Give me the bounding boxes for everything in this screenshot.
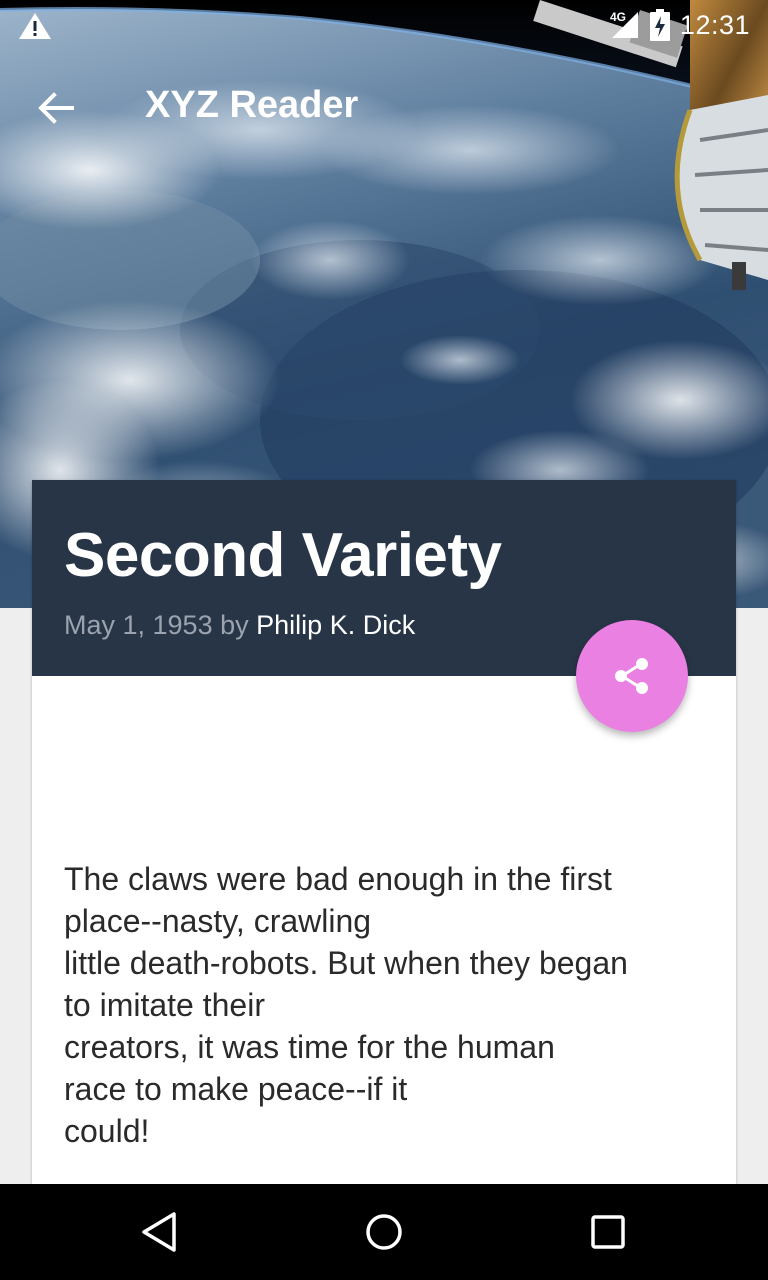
share-button[interactable] [576,620,688,732]
nav-recents-icon [591,1215,625,1249]
nav-home-button[interactable] [360,1208,408,1256]
article-by: by [220,610,249,640]
article-author: Philip K. Dick [256,610,416,640]
article-body: The claws were bad enough in the first pl… [64,858,709,1152]
app-title: XYZ Reader [145,84,359,126]
warning-icon [19,13,51,39]
battery-charging-icon [649,9,670,41]
system-nav-bar [0,1184,768,1280]
body-line: The claws were bad enough in the first [64,861,612,897]
status-time: 12:31 [679,9,750,40]
nav-back-icon [142,1212,176,1252]
body-line: to imitate their [64,987,265,1023]
arrow-back-icon [38,92,74,124]
status-bar: 4G 12:31 [0,0,768,50]
body-line: little death-robots. But when they began [64,945,628,981]
nav-recents-button[interactable] [584,1208,632,1256]
app-screen: 4G 12:31 XYZ Reader Second Variety May 1… [0,0,768,1280]
article-title: Second Variety [64,521,502,590]
article-byline: May 1, 1953 by Philip K. Dick [64,610,415,641]
back-button[interactable] [28,80,84,136]
status-icons: 4G 12:31 [610,8,750,42]
body-line: place--nasty, crawling [64,903,372,939]
signal-icon: 4G [610,10,638,38]
nav-back-button[interactable] [136,1208,184,1256]
body-line: creators, it was time for the human [64,1029,555,1065]
app-toolbar: XYZ Reader [0,60,768,156]
share-icon [615,658,648,694]
body-line: could! [64,1113,150,1149]
article-date: May 1, 1953 [64,610,213,640]
body-line: race to make peace--if it [64,1071,408,1107]
article-card: Second Variety May 1, 1953 by Philip K. … [32,480,736,1184]
nav-home-icon [366,1214,402,1250]
network-type: 4G [610,10,626,24]
